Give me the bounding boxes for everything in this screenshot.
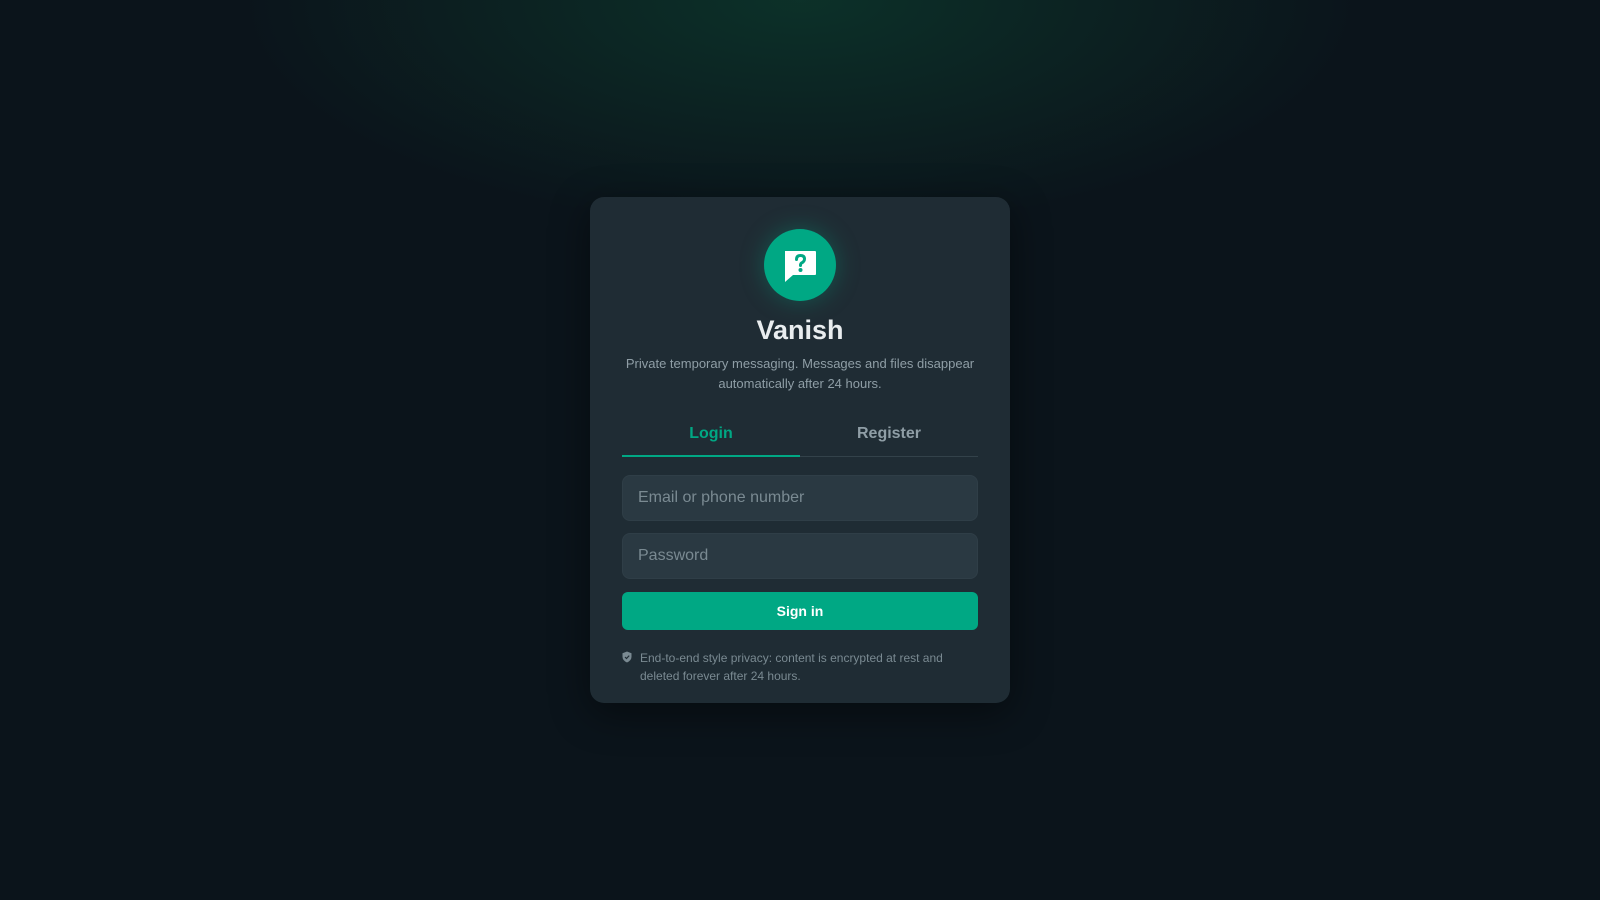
app-tagline: Private temporary messaging. Messages an… [625, 356, 975, 391]
tab-register[interactable]: Register [800, 414, 978, 456]
sign-in-button[interactable]: Sign in [622, 592, 978, 630]
login-card: Vanish Private temporary messaging. Mess… [590, 197, 1010, 703]
auth-tabs: Login Register [622, 414, 978, 457]
password-input[interactable] [622, 533, 978, 579]
tab-login[interactable]: Login [622, 414, 800, 457]
email-or-phone-input[interactable] [622, 475, 978, 521]
shield-icon [622, 651, 632, 663]
privacy-note: End-to-end style privacy: content is enc… [622, 649, 978, 685]
app-logo [764, 229, 836, 301]
chat-question-icon [785, 251, 816, 282]
privacy-note-text: End-to-end style privacy: content is enc… [640, 651, 943, 683]
app-title: Vanish [756, 315, 844, 345]
